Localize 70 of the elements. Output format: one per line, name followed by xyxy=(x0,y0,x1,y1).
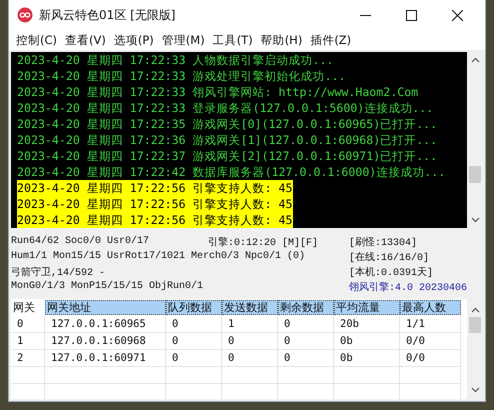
table-cell: 127.0.0.1:60968 xyxy=(45,333,166,350)
table-cell: 0 xyxy=(278,316,334,333)
table-cell: 0/0 xyxy=(400,333,461,350)
log-scrollbar[interactable] xyxy=(467,52,483,228)
status-text: Run64/62 Soc0/0 Usr0/17 xyxy=(11,236,150,247)
column-header[interactable]: 剩余数据 xyxy=(278,300,334,315)
menu-item[interactable]: 管理(M) xyxy=(160,32,212,48)
log-line: 2023-4-20 星期四 17:22:33 翎风引擎网站: http://www.Haom2.Com xyxy=(17,84,418,100)
table-cell: 1 xyxy=(11,333,45,350)
status-text: 弓箭守卫,14/592 - xyxy=(11,266,106,278)
status-text: [在线:16/16/0] xyxy=(349,250,430,264)
menu-item[interactable]: 插件(Z) xyxy=(309,32,358,48)
table-cell: 127.0.0.1:60971 xyxy=(45,350,166,367)
app-logo-icon xyxy=(17,7,33,23)
menu-item[interactable]: 帮助(H) xyxy=(260,32,310,48)
log-line: 2023-4-20 星期四 17:22:33 人物数据引擎启动成功... xyxy=(17,52,334,68)
empty-table-cell xyxy=(334,367,400,384)
status-text: Hum1/1 Mon15/15 UsrRot17/1021 Merch0/3 Npc0/1 (0) xyxy=(11,251,306,262)
table-cell: 0 xyxy=(222,333,278,350)
empty-table-cell xyxy=(222,367,278,384)
table-cell: 0 xyxy=(166,333,222,350)
scroll-up-icon[interactable] xyxy=(470,57,480,63)
scroll-up-icon[interactable] xyxy=(470,307,480,313)
status-text: MonG0/1/3 MonP15/15/15 ObjRun0/1 xyxy=(11,281,204,292)
table-scrollbar[interactable] xyxy=(467,299,483,399)
status-text: [刷怪:13304] xyxy=(349,236,418,248)
window-title: 新风云特色01区 [无限版] xyxy=(39,6,176,24)
menu-item[interactable]: 选项(P) xyxy=(112,32,161,48)
table-cell: 1 xyxy=(222,316,278,333)
column-header[interactable]: 网关地址 xyxy=(45,300,166,315)
table-cell: 20b xyxy=(334,316,400,333)
empty-table-cell xyxy=(278,367,334,384)
table-cell: 2 xyxy=(11,350,45,367)
table-cell: 1/1 xyxy=(400,316,461,333)
column-header[interactable]: 平均流量 xyxy=(334,300,400,315)
engine-version: 翎风引擎:4.0 20230406 xyxy=(349,280,468,294)
status-text: [本机:0.0391天] xyxy=(349,266,434,278)
engine-uptime: 引擎:0:12:20 [M][F] xyxy=(208,236,318,248)
scroll-down-icon[interactable] xyxy=(470,217,480,223)
column-header[interactable]: 队列数据 xyxy=(166,300,222,315)
close-icon[interactable] xyxy=(452,10,463,20)
menu-item[interactable]: 查看(V) xyxy=(64,32,113,48)
table-cell: 0/0 xyxy=(400,350,461,367)
log-line: 2023-4-20 星期四 17:22:33 登录服务器(127.0.0.1:5600)连接成功... xyxy=(17,100,434,116)
menu-item[interactable]: 工具(T) xyxy=(212,32,260,48)
table-cell: 0 xyxy=(166,316,222,333)
log-line: 2023-4-20 星期四 17:22:36 游戏网关[1](127.0.0.1:60968)已打开... xyxy=(17,132,438,148)
table-cell: 0 xyxy=(11,316,45,333)
scroll-thumb[interactable] xyxy=(469,166,481,183)
column-header[interactable]: 网关 xyxy=(11,300,45,315)
log-line: 2023-4-20 星期四 17:22:37 游戏网关[2](127.0.0.1:60971)已打开... xyxy=(17,148,438,164)
scroll-down-icon[interactable] xyxy=(470,387,480,393)
table-cell: 127.0.0.1:60965 xyxy=(45,316,166,333)
maximize-icon[interactable] xyxy=(406,10,417,20)
column-header[interactable]: 发送数据 xyxy=(222,300,278,315)
empty-table-cell xyxy=(11,367,45,384)
menu-item[interactable]: 控制(C) xyxy=(15,32,64,48)
log-line: 2023-4-20 星期四 17:22:33 游戏处理引擎初始化成功... xyxy=(17,68,346,84)
table-cell: 0 xyxy=(278,333,334,350)
column-header[interactable]: 最高人数 xyxy=(400,300,461,315)
table-cell: 0b xyxy=(334,333,400,350)
table-cell: 0b xyxy=(334,350,400,367)
table-cell: 0 xyxy=(278,350,334,367)
scroll-thumb[interactable] xyxy=(469,317,481,333)
empty-table-cell xyxy=(400,367,461,384)
empty-table-cell xyxy=(166,367,222,384)
log-line: 2023-4-20 星期四 17:22:35 游戏网关[0](127.0.0.1:60965)已打开... xyxy=(17,116,438,132)
log-line: 2023-4-20 星期四 17:22:42 数据库服务器(127.0.0.1:6000)连接成功... xyxy=(17,164,446,180)
table-cell: 0 xyxy=(166,350,222,367)
table-cell: 0 xyxy=(222,350,278,367)
